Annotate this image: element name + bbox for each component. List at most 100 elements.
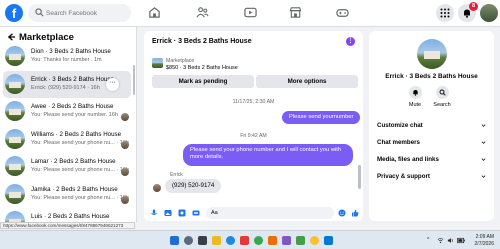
search-box[interactable] — [28, 4, 131, 22]
privacy-support-row[interactable]: Privacy & support — [377, 173, 430, 180]
mark-as-pending-button[interactable]: Mark as pending — [152, 75, 254, 88]
conversation-item[interactable]: Jamika · 2 Beds 2 Baths House You: Please… — [3, 181, 131, 208]
chevron-down-icon[interactable] — [481, 140, 486, 145]
marketplace-inbox-sidebar: Marketplace Dion · 3 Beds 2 Baths House Y… — [0, 27, 137, 223]
profile-avatar[interactable] — [480, 4, 498, 22]
listing-thumbnail — [5, 46, 25, 66]
start-icon[interactable] — [170, 236, 179, 245]
listing-price-title[interactable]: $850 · 3 Beds 2 Baths House — [166, 65, 238, 71]
marketplace-icon[interactable] — [289, 6, 302, 19]
app-icon[interactable] — [268, 236, 277, 245]
sent-message[interactable]: Please send yournumber — [282, 111, 361, 124]
message-timestamp: 11/17/25, 2:30 AM — [232, 99, 275, 105]
file-explorer-icon[interactable] — [212, 236, 221, 245]
facebook-logo[interactable]: f — [5, 4, 23, 22]
conversation-item[interactable]: Luis · 2 Beds 2 Baths House — [3, 208, 131, 223]
app-icon[interactable] — [296, 236, 305, 245]
listing-thumbnail[interactable] — [152, 58, 163, 68]
app-icon[interactable] — [240, 236, 249, 245]
image-icon[interactable] — [164, 209, 172, 217]
tray-chevron-icon[interactable]: ^ — [427, 237, 429, 243]
customize-chat-row[interactable]: Customize chat — [377, 122, 423, 129]
listing-thumbnail — [5, 128, 25, 149]
seen-avatar — [121, 140, 129, 149]
conversation-item[interactable]: Lamar · 2 Beds 2 Baths House You: Please … — [3, 153, 131, 180]
mute-button[interactable] — [409, 86, 422, 99]
listing-thumbnail — [5, 156, 25, 176]
volume-icon[interactable] — [447, 237, 454, 244]
chevron-down-icon[interactable] — [481, 123, 486, 128]
conversation-item[interactable]: Awee · 2 Beds 2 Baths House You: Please s… — [3, 98, 131, 125]
app-icon[interactable] — [282, 236, 291, 245]
microphone-icon[interactable] — [150, 209, 158, 217]
search-conversation-button[interactable] — [436, 86, 449, 99]
back-arrow-icon[interactable] — [7, 32, 16, 42]
sticker-icon[interactable] — [178, 209, 186, 217]
conversation-preview: Errick: (929) 520-9174 · 16h — [31, 84, 100, 91]
gaming-icon[interactable] — [336, 6, 349, 19]
conversation-preview: You: Please send your phone nu... · 16h — [31, 167, 129, 173]
search-taskbar-icon[interactable] — [184, 236, 193, 245]
conversation-preview: You: Please send your phone nu... · 16h — [31, 139, 129, 146]
received-message[interactable]: (929) 520-9174 — [165, 179, 222, 193]
conversation-item[interactable]: Errick · 3 Beds 2 Baths House Errick: (92… — [3, 70, 131, 98]
search-input[interactable] — [46, 4, 128, 22]
chat-members-row[interactable]: Chat members — [377, 139, 420, 146]
wifi-icon[interactable] — [437, 237, 444, 244]
battery-icon[interactable] — [457, 237, 465, 244]
conversation-info-panel: Errick · 3 Beds 2 Baths House Mute Searc… — [369, 31, 494, 221]
conversation-name: Errick · 3 Beds 2 Baths House — [385, 73, 478, 80]
system-clock[interactable]: 2:09 AM 2/7/2026 — [468, 234, 494, 247]
conversation-name: Williams · 2 Beds 2 Baths House — [31, 130, 122, 138]
chat-options-icon[interactable]: ⋮ — [346, 37, 355, 46]
home-icon[interactable] — [148, 6, 161, 19]
like-icon[interactable] — [351, 209, 359, 217]
conversation-item[interactable]: Dion · 3 Beds 2 Baths House You: Thanks f… — [3, 43, 131, 70]
sender-avatar[interactable] — [153, 184, 161, 192]
sidebar-title: Marketplace — [19, 32, 74, 43]
chat-scrollbar[interactable] — [358, 165, 361, 189]
mute-label: Mute — [408, 102, 422, 108]
seen-avatar — [121, 195, 129, 204]
bell-icon — [413, 90, 418, 96]
conversation-name: Errick · 3 Beds 2 Baths House — [31, 75, 114, 83]
video-icon[interactable] — [244, 6, 257, 19]
chat-panel: Errick · 3 Beds 2 Baths House ⋮ Marketpl… — [144, 31, 363, 221]
friends-icon[interactable] — [196, 6, 209, 19]
menu-grid-button[interactable] — [436, 4, 454, 22]
conversation-name: Awee · 2 Beds 2 Baths House — [31, 103, 114, 110]
search-label: Search — [433, 102, 451, 108]
listing-thumbnail — [5, 101, 25, 121]
grid-icon — [440, 8, 450, 18]
search-icon — [439, 89, 446, 96]
conversation-item[interactable]: Williams · 2 Beds 2 Baths House You: Plea… — [3, 126, 131, 153]
message-input[interactable] — [206, 207, 334, 219]
task-view-icon[interactable] — [198, 236, 207, 245]
listing-image[interactable] — [417, 39, 447, 69]
sidebar-scrollbar[interactable] — [133, 65, 135, 95]
link-preview-url: https://www.facebook.com/messages/t/8478… — [0, 222, 135, 229]
edge-icon[interactable] — [226, 236, 235, 245]
gif-icon[interactable] — [192, 209, 200, 217]
chevron-down-icon[interactable] — [481, 174, 486, 179]
conversation-preview: You: Thanks for number . 1m — [31, 57, 102, 63]
chat-title[interactable]: Errick · 3 Beds 2 Baths House — [152, 38, 252, 45]
emoji-icon[interactable] — [338, 209, 346, 217]
conversation-name: Lamar · 2 Beds 2 Baths House — [31, 158, 116, 165]
chevron-down-icon[interactable] — [481, 157, 486, 162]
notifications-button[interactable]: 8 — [458, 2, 478, 22]
clock-date: 2/7/2026 — [474, 240, 494, 247]
seen-avatar — [121, 168, 129, 176]
app-icon[interactable] — [310, 236, 319, 245]
conversation-name: Luis · 2 Beds 2 Baths House — [31, 213, 110, 220]
top-navigation-bar: f 8 — [0, 0, 500, 27]
app-icon[interactable] — [324, 236, 333, 245]
sender-name: Errick — [170, 172, 183, 178]
conversation-name: Dion · 3 Beds 2 Baths House — [31, 48, 111, 55]
media-files-links-row[interactable]: Media, files and links — [377, 156, 439, 163]
chrome-icon[interactable] — [254, 236, 263, 245]
more-options-button[interactable]: More options — [256, 75, 358, 88]
sent-message[interactable]: Please send your phone number and I will… — [183, 144, 353, 166]
more-options-icon[interactable]: ··· — [106, 77, 119, 91]
search-icon — [35, 8, 44, 17]
